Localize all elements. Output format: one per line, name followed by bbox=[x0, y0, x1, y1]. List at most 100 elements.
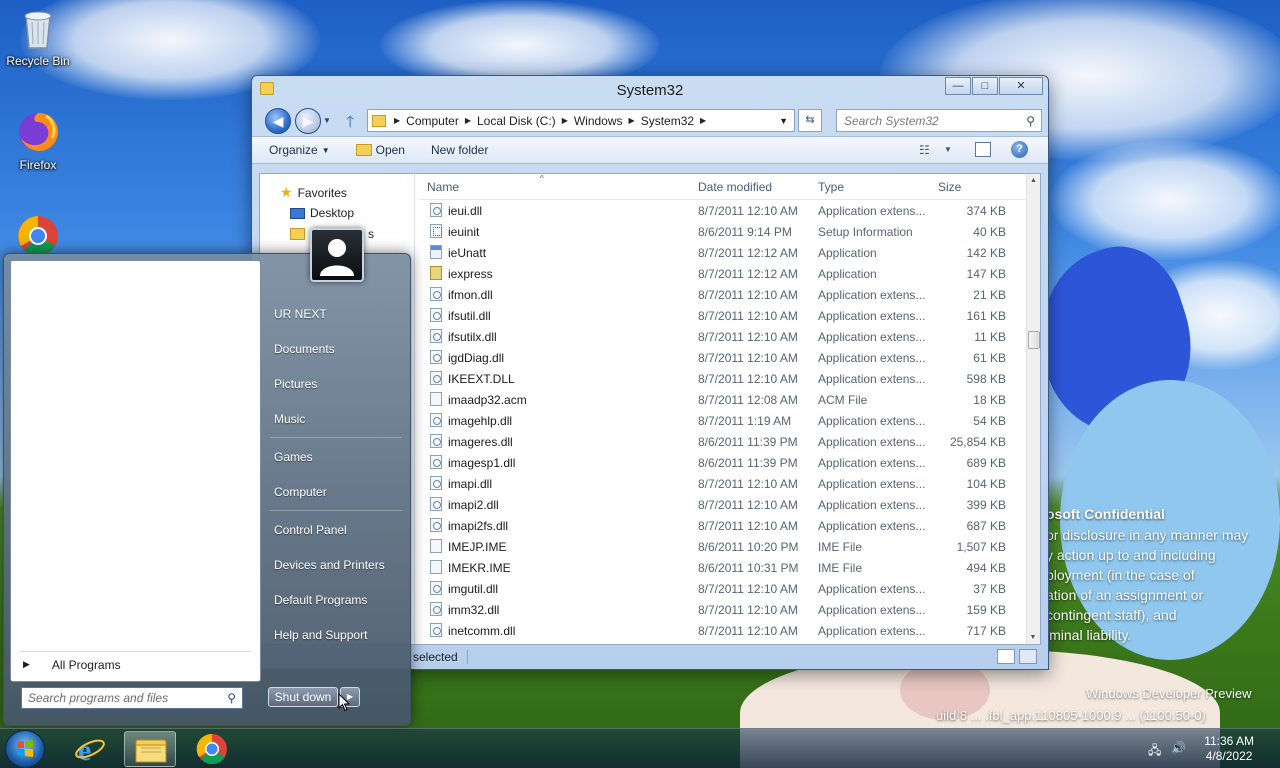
forward-button[interactable]: ▶ bbox=[295, 108, 321, 134]
start-item-help-support[interactable]: Help and Support bbox=[274, 628, 367, 642]
file-row[interactable]: imapi.dll 8/7/2011 12:10 AM Application ex… bbox=[420, 473, 1026, 494]
taskbar-windows-explorer[interactable] bbox=[124, 731, 176, 767]
file-row[interactable]: IMEJP.IME 8/6/2011 10:20 PM IME File 1,507 … bbox=[420, 536, 1026, 557]
file-row[interactable]: inetcomm.dll 8/7/2011 12:10 AM Application… bbox=[420, 620, 1026, 641]
recent-pages-dropdown[interactable]: ▼ bbox=[323, 116, 331, 125]
column-header-date[interactable]: Date modified bbox=[698, 180, 772, 194]
file-row[interactable]: igdDiag.dll 8/7/2011 12:10 AM Application … bbox=[420, 347, 1026, 368]
file-type: Application extens... bbox=[818, 519, 926, 533]
file-type: Application extens... bbox=[818, 204, 926, 218]
breadcrumb-local-disk[interactable]: Local Disk (C:) bbox=[471, 114, 562, 128]
nav-favorites[interactable]: ★ Favorites bbox=[280, 184, 347, 201]
file-row[interactable]: ieuinit 8/6/2011 9:14 PM Setup Information… bbox=[420, 221, 1026, 242]
scrollbar-thumb[interactable] bbox=[1028, 331, 1040, 349]
start-item-devices-printers[interactable]: Devices and Printers bbox=[274, 558, 385, 572]
dll-file-icon bbox=[430, 581, 442, 595]
file-row[interactable]: IKEEXT.DLL 8/7/2011 12:10 AM Application e… bbox=[420, 368, 1026, 389]
file-name: imgutil.dll bbox=[448, 582, 499, 596]
file-row[interactable]: imapi2.dll 8/7/2011 12:10 AM Application e… bbox=[420, 494, 1026, 515]
file-date: 8/7/2011 12:12 AM bbox=[698, 246, 798, 260]
nav-desktop[interactable]: Desktop bbox=[290, 206, 354, 220]
help-icon[interactable]: ? bbox=[1011, 141, 1028, 158]
preview-pane-icon[interactable] bbox=[975, 142, 991, 157]
close-button[interactable]: ✕ bbox=[999, 77, 1043, 95]
volume-icon[interactable]: 🔊 bbox=[1171, 741, 1187, 755]
desktop-icon-firefox[interactable]: Firefox bbox=[1, 110, 75, 172]
new-folder-button[interactable]: New folder bbox=[431, 143, 488, 157]
column-header-type[interactable]: Type bbox=[818, 180, 844, 194]
file-row[interactable]: imaadp32.acm 8/7/2011 12:08 AM ACM File 18 … bbox=[420, 389, 1026, 410]
search-box[interactable]: Search System32 ⚲ bbox=[836, 109, 1042, 132]
breadcrumb-computer[interactable]: Computer bbox=[400, 114, 465, 128]
file-row[interactable]: ifsutilx.dll 8/7/2011 12:10 AM Application… bbox=[420, 326, 1026, 347]
file-row[interactable]: imgutil.dll 8/7/2011 12:10 AM Application … bbox=[420, 578, 1026, 599]
desktop-icon-recycle-bin[interactable]: Recycle Bin bbox=[1, 6, 75, 68]
scroll-down-icon[interactable]: ▼ bbox=[1027, 634, 1039, 641]
view-dropdown-icon[interactable]: ▼ bbox=[944, 145, 952, 154]
file-row[interactable]: imapi2fs.dll 8/7/2011 12:10 AM Application… bbox=[420, 515, 1026, 536]
up-arrow-icon[interactable]: 🡑 bbox=[346, 111, 354, 138]
network-icon[interactable]: 🖧 bbox=[1148, 741, 1164, 757]
nav-favorites-label: Favorites bbox=[297, 185, 347, 200]
address-dropdown-icon[interactable]: ▼ bbox=[779, 116, 788, 126]
file-name: IKEEXT.DLL bbox=[448, 372, 515, 386]
maximize-button[interactable]: □ bbox=[972, 77, 998, 95]
column-header-name[interactable]: Name bbox=[427, 180, 459, 194]
file-row[interactable]: imm32.dll 8/7/2011 12:10 AM Application ex… bbox=[420, 599, 1026, 620]
file-type: Application extens... bbox=[818, 351, 926, 365]
taskbar-internet-explorer[interactable]: e bbox=[64, 731, 116, 767]
file-row[interactable]: ieUnatt 8/7/2011 12:12 AM Application 142 K… bbox=[420, 242, 1026, 263]
start-item-documents[interactable]: Documents bbox=[274, 342, 335, 356]
start-item-default-programs[interactable]: Default Programs bbox=[274, 593, 367, 607]
start-item-pictures[interactable]: Pictures bbox=[274, 377, 317, 391]
start-search-input[interactable]: Search programs and files bbox=[28, 691, 168, 705]
address-bar[interactable]: ▶ Computer ▶ Local Disk (C:) ▶ Windows ▶… bbox=[367, 109, 795, 132]
minimize-button[interactable]: — bbox=[945, 77, 971, 95]
file-size: 147 KB bbox=[966, 267, 1006, 281]
breadcrumb-windows[interactable]: Windows bbox=[568, 114, 629, 128]
vertical-scrollbar[interactable]: ▲ ▼ bbox=[1026, 174, 1040, 644]
start-item-games[interactable]: Games bbox=[274, 450, 313, 464]
file-name: ifsutilx.dll bbox=[448, 330, 497, 344]
start-item-user-name[interactable]: UR NEXT bbox=[274, 307, 327, 321]
start-item-control-panel[interactable]: Control Panel bbox=[274, 523, 347, 537]
breadcrumb-system32[interactable]: System32 bbox=[635, 114, 700, 128]
refresh-button[interactable]: ⇆ bbox=[798, 109, 822, 132]
start-item-music[interactable]: Music bbox=[274, 412, 305, 426]
large-icons-view-icon[interactable] bbox=[1019, 649, 1037, 664]
view-options-icon[interactable]: ☷ bbox=[919, 143, 930, 157]
details-view-icon[interactable] bbox=[997, 649, 1015, 664]
command-bar: Organize ▼ Open New folder ☷ ▼ ? bbox=[252, 136, 1048, 164]
confidential-title: osoft Confidential bbox=[1046, 506, 1165, 522]
system-clock[interactable]: 11:36 AM 4/8/2022 bbox=[1204, 734, 1254, 764]
breadcrumb-separator[interactable]: ▶ bbox=[700, 116, 706, 125]
refresh-icon: ⇆ bbox=[805, 114, 815, 126]
taskbar-chrome[interactable] bbox=[186, 731, 238, 767]
back-button[interactable]: ◀ bbox=[265, 108, 291, 134]
shut-down-button[interactable]: Shut down bbox=[268, 687, 338, 707]
title-bar[interactable]: System32 — □ ✕ bbox=[252, 76, 1048, 104]
start-item-computer[interactable]: Computer bbox=[274, 485, 327, 499]
file-type: Application bbox=[818, 267, 877, 281]
file-row[interactable]: imagehlp.dll 8/7/2011 1:19 AM Application … bbox=[420, 410, 1026, 431]
file-row[interactable]: imagesp1.dll 8/6/2011 11:39 PM Application… bbox=[420, 452, 1026, 473]
search-icon[interactable]: ⚲ bbox=[227, 691, 236, 705]
file-row[interactable]: ieui.dll 8/7/2011 12:10 AM Application ext… bbox=[420, 200, 1026, 221]
scroll-up-icon[interactable]: ▲ bbox=[1027, 177, 1040, 184]
confidential-line: contingent staff), and bbox=[1046, 607, 1177, 623]
open-button[interactable]: Open bbox=[355, 143, 405, 157]
file-row[interactable]: IMEKR.IME 8/6/2011 10:31 PM IME File 494 KB bbox=[420, 557, 1026, 578]
start-search-box[interactable]: Search programs and files ⚲ bbox=[21, 687, 243, 709]
confidential-line: or disclosure in any manner may bbox=[1046, 527, 1249, 543]
file-row[interactable]: imageres.dll 8/6/2011 11:39 PM Application… bbox=[420, 431, 1026, 452]
column-header-size[interactable]: Size bbox=[938, 180, 961, 194]
all-programs-button[interactable]: ▶ All Programs bbox=[19, 651, 252, 677]
organize-button[interactable]: Organize ▼ bbox=[269, 143, 330, 157]
search-icon[interactable]: ⚲ bbox=[1026, 114, 1035, 128]
file-row[interactable]: ifmon.dll 8/7/2011 12:10 AM Application ex… bbox=[420, 284, 1026, 305]
file-row[interactable]: iexpress 8/7/2011 12:12 AM Application 147 … bbox=[420, 263, 1026, 284]
start-button[interactable] bbox=[5, 730, 45, 768]
user-avatar[interactable] bbox=[310, 228, 364, 282]
search-input[interactable]: Search System32 bbox=[844, 114, 939, 128]
file-row[interactable]: ifsutil.dll 8/7/2011 12:10 AM Application … bbox=[420, 305, 1026, 326]
